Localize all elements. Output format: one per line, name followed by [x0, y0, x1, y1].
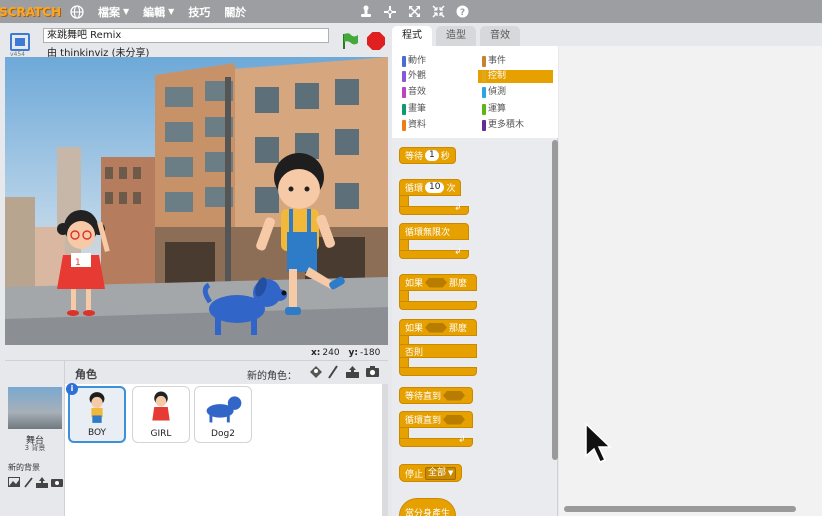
menu-about[interactable]: 關於 [224, 0, 246, 23]
block-forever[interactable]: 循環無限次 [399, 223, 469, 240]
svg-text:?: ? [460, 8, 465, 18]
paint-sprite-icon[interactable] [327, 365, 339, 382]
stop-option-dropdown[interactable]: 全部 ▼ [425, 466, 457, 480]
sprites-scrollbar[interactable] [382, 384, 388, 516]
mouse-y-value: -180 [359, 348, 381, 358]
stop-icon[interactable] [367, 32, 385, 50]
stage-thumbnail[interactable] [8, 387, 62, 429]
sprite-tile-dog2[interactable]: Dog2 [194, 386, 252, 443]
category-data[interactable]: 資料 [398, 119, 473, 132]
condition-slot[interactable] [425, 322, 448, 333]
shrink-icon[interactable] [428, 5, 448, 18]
upload-backdrop-icon[interactable] [36, 477, 48, 491]
condition-slot[interactable] [443, 390, 466, 401]
category-motion[interactable]: 動作 [398, 55, 473, 68]
project-title-input[interactable]: 來跳舞吧 Remix [43, 28, 329, 43]
editor-tabs: 程式 造型 音效 [392, 26, 524, 46]
wait-seconds-input[interactable]: 1 [425, 150, 439, 161]
block-repeat[interactable]: 循環 10 次 [399, 179, 462, 196]
backdrop-library-icon[interactable] [8, 477, 20, 490]
camera-sprite-icon[interactable] [365, 365, 380, 381]
upload-sprite-icon[interactable] [345, 365, 360, 382]
loop-arrow-icon: ↲ [458, 435, 466, 445]
sprite-name: Dog2 [211, 429, 235, 439]
category-looks[interactable]: 外觀 [398, 70, 473, 83]
palette-scrollbar[interactable] [552, 140, 558, 460]
sprites-header: 角色 新的角色： [5, 360, 388, 385]
loop-arrow-icon: ↲ [454, 247, 462, 257]
svg-text:1: 1 [75, 258, 81, 268]
green-flag-icon[interactable] [341, 32, 359, 50]
block-if-else[interactable]: 如果 那麼 [399, 319, 477, 336]
category-sensing[interactable]: 偵測 [478, 86, 553, 99]
mouse-coordinates: x: 240 y: -180 [311, 348, 381, 358]
condition-slot[interactable] [443, 414, 466, 425]
sprite-name: BOY [87, 428, 107, 438]
caret-down-icon: ▼ [448, 468, 454, 477]
block-stop[interactable]: 停止 全部 ▼ [399, 464, 463, 482]
tab-sounds[interactable]: 音效 [480, 26, 520, 46]
mouse-cursor-icon [585, 422, 612, 463]
category-operators[interactable]: 運算 [478, 103, 553, 116]
caret-down-icon: ▼ [123, 7, 130, 16]
block-else-label: 否則 [399, 344, 477, 358]
category-more-blocks[interactable]: 更多積木 [478, 119, 553, 132]
block-wait-until[interactable]: 等待直到 [399, 387, 474, 404]
tab-scripts[interactable]: 程式 [392, 26, 432, 46]
grow-icon[interactable] [404, 5, 424, 18]
category-pen[interactable]: 畫筆 [398, 103, 473, 116]
block-categories: 動作 事件 外觀 控制 音效 偵測 畫筆 運算 資料 更多積木 [392, 46, 558, 138]
block-if-then[interactable]: 如果 那麼 [399, 274, 477, 291]
new-sprite-label: 新的角色： [247, 371, 297, 382]
sprite-tile-girl[interactable]: GIRL [132, 386, 190, 443]
girl-thumbnail [152, 391, 170, 421]
menu-edit[interactable]: 編輯 ▼ [143, 0, 174, 23]
stage-column: 舞台 3 背景 新的背景 [5, 384, 65, 516]
stage-backdrop: 1 [5, 57, 388, 345]
tab-costumes[interactable]: 造型 [436, 26, 476, 46]
caret-down-icon: ▼ [168, 7, 175, 16]
menu-tips[interactable]: 技巧 [188, 0, 210, 23]
sprite-library-icon[interactable] [309, 365, 323, 382]
stage[interactable]: 1 [5, 57, 388, 345]
cut-icon[interactable] [380, 5, 400, 19]
block-palette: 等待 1 秒 循環 10 次 ↲ 循環無限次 ↲ 如果 那麼 如果 那麼 否則 … [392, 138, 558, 516]
script-area-scrollbar[interactable] [564, 506, 796, 512]
menu-file[interactable]: 檔案 ▼ [98, 0, 129, 23]
sprites-area: 舞台 3 背景 新的背景 i BOY GIRL Dog2 [5, 383, 388, 516]
sprites-title: 角色 [75, 368, 97, 381]
block-when-clone-starts[interactable]: 當分身產生 [399, 498, 457, 516]
repeat-count-input[interactable]: 10 [425, 182, 445, 193]
duplicate-stamp-icon[interactable] [356, 5, 376, 19]
sprite-name: GIRL [150, 429, 172, 439]
category-control[interactable]: 控制 [478, 70, 553, 83]
globe-icon[interactable] [70, 0, 84, 23]
sprite-tile-boy[interactable]: i BOY [66, 383, 126, 443]
small-stage-toggle-icon[interactable] [10, 33, 30, 51]
camera-backdrop-icon[interactable] [51, 477, 63, 490]
condition-slot[interactable] [425, 277, 448, 288]
menu-bar: SCRATCH 檔案 ▼ 編輯 ▼ 技巧 關於 ? [0, 0, 822, 23]
block-repeat-until[interactable]: 循環直到 [399, 411, 474, 428]
category-events[interactable]: 事件 [478, 55, 553, 68]
help-icon[interactable]: ? [452, 5, 472, 18]
boy-thumbnail [89, 392, 105, 423]
paint-backdrop-icon[interactable] [24, 477, 33, 491]
scratch-logo[interactable]: SCRATCH [0, 0, 61, 23]
project-header: v454 來跳舞吧 Remix 由 thinkinviz (未分享) [5, 27, 388, 59]
block-wait[interactable]: 等待 1 秒 [399, 147, 456, 164]
loop-arrow-icon: ↲ [454, 203, 462, 213]
category-sound[interactable]: 音效 [398, 86, 473, 99]
dog-thumbnail [206, 396, 242, 423]
stage-backdrop-count: 3 背景 [24, 444, 46, 452]
mouse-x-value: 240 [322, 348, 340, 358]
new-backdrop-label: 新的背景 [8, 463, 40, 472]
